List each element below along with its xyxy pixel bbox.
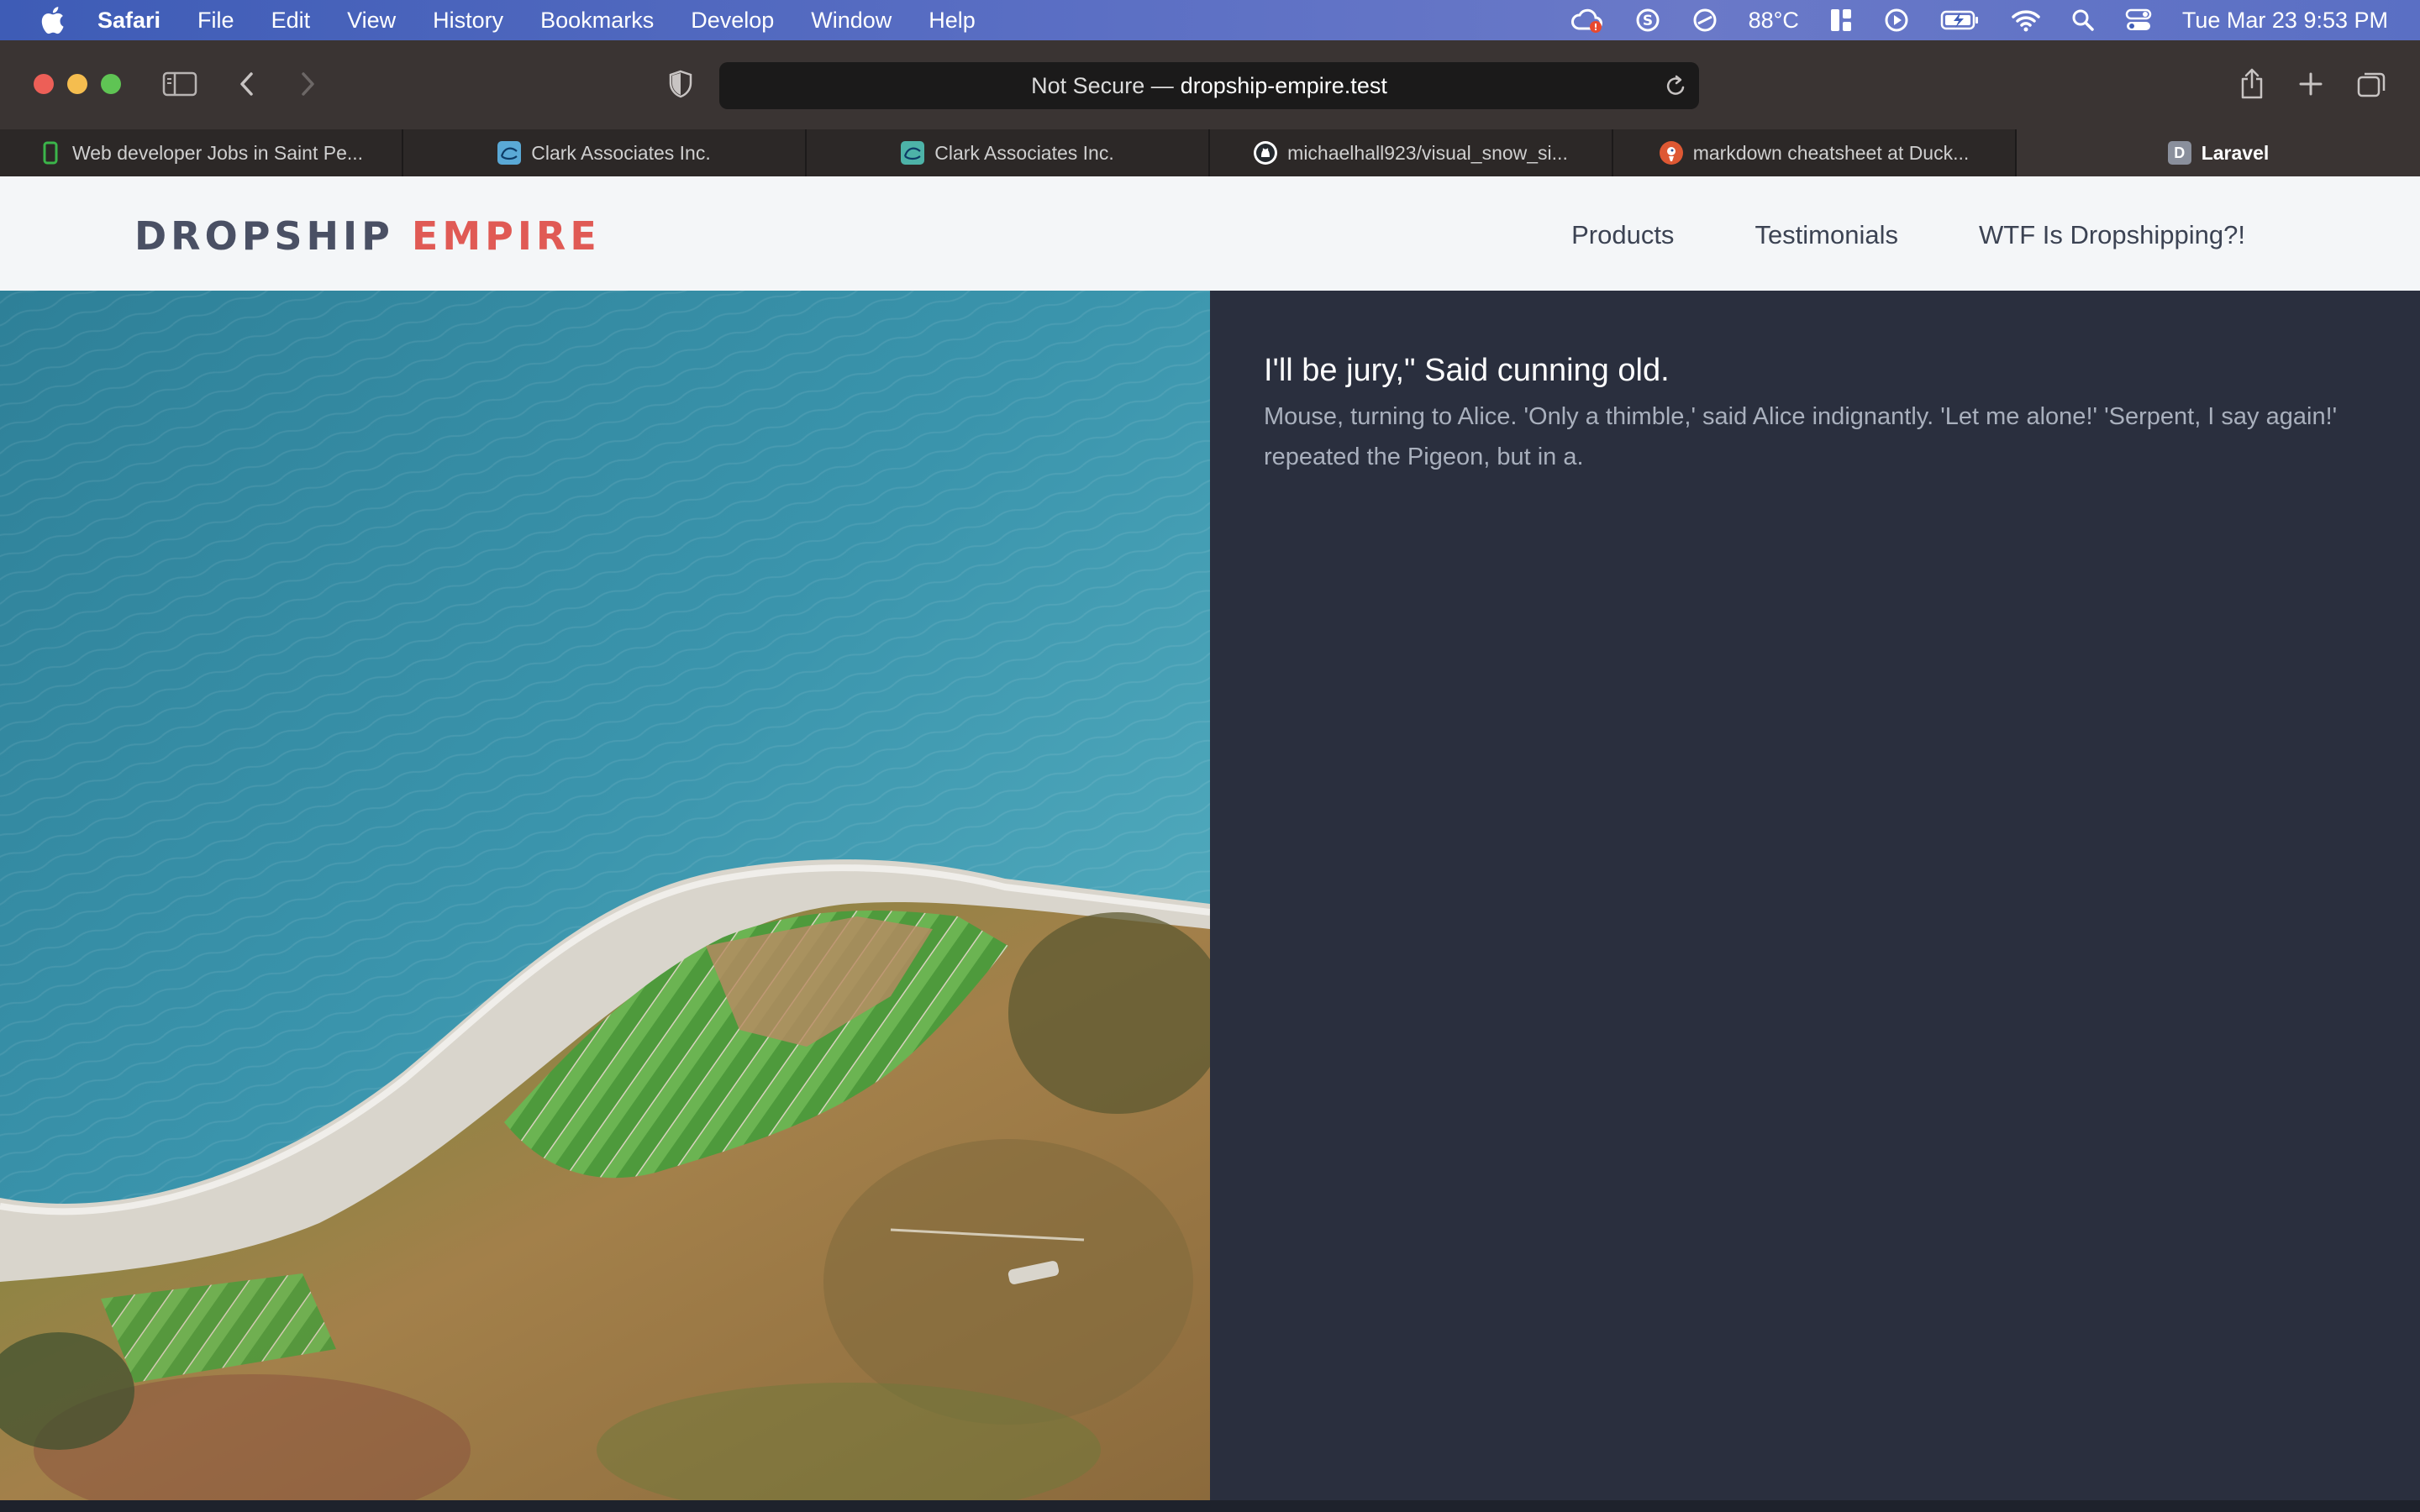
menu-bar: Safari File Edit View History Bookmarks …	[0, 0, 2420, 40]
svg-text:!: !	[1593, 22, 1597, 33]
new-tab-plus-icon[interactable]	[2292, 67, 2329, 101]
tab-label: Clark Associates Inc.	[934, 141, 1114, 164]
creative-cloud-icon[interactable]: !	[1570, 7, 1604, 34]
nav-link-what-is-dropshipping[interactable]: WTF Is Dropshipping?!	[1979, 220, 2245, 250]
logo-word-dropship: DROPSHIP	[134, 213, 394, 259]
menu-clock[interactable]: Tue Mar 23 9:53 PM	[2182, 8, 2388, 34]
green-phone-icon	[39, 141, 62, 165]
apple-menu-icon[interactable]	[35, 3, 69, 37]
safari-toolbar: Not Secure — dropship-empire.test	[0, 40, 2420, 129]
tab-bar: Web developer Jobs in Saint Pe... Clark …	[0, 129, 2420, 176]
aerial-coast-image	[0, 291, 1210, 1500]
back-button-icon[interactable]	[232, 67, 262, 101]
site-header: DROPSHIP EMPIRE Products Testimonials WT…	[0, 176, 2420, 291]
nav-link-products[interactable]: Products	[1571, 220, 1674, 250]
tab-clark-1[interactable]: Clark Associates Inc.	[403, 129, 807, 176]
spotlight-search-icon[interactable]	[2071, 8, 2095, 32]
logo-word-empire: EMPIRE	[411, 213, 601, 259]
laravel-d-icon: D	[2167, 141, 2191, 165]
tab-label: markdown cheatsheet at Duck...	[1692, 141, 1970, 164]
sidebar-toggle-icon[interactable]	[160, 67, 200, 101]
clark-logo-icon	[497, 141, 522, 165]
nav-link-testimonials[interactable]: Testimonials	[1754, 220, 1898, 250]
article-body: Mouse, turning to Alice. 'Only a thimble…	[1264, 403, 2338, 470]
menu-help[interactable]: Help	[929, 8, 976, 34]
svg-text:S: S	[1642, 13, 1652, 29]
tab-duckduckgo[interactable]: markdown cheatsheet at Duck...	[1613, 129, 2017, 176]
temperature-readout[interactable]: 88°C	[1749, 8, 1799, 34]
address-domain: dropship-empire.test	[1180, 72, 1387, 98]
site-logo[interactable]: DROPSHIP EMPIRE	[134, 213, 601, 259]
tab-label: michaelhall923/visual_snow_si...	[1287, 141, 1568, 164]
tab-label: Laravel	[2201, 141, 2270, 164]
menu-window[interactable]: Window	[811, 8, 892, 34]
layout-grid-icon[interactable]	[1829, 7, 1853, 34]
forward-button-icon[interactable]	[292, 67, 323, 101]
play-circle-icon[interactable]	[1883, 7, 1910, 34]
share-icon[interactable]	[2233, 64, 2270, 104]
menu-safari[interactable]: Safari	[97, 8, 160, 34]
github-icon	[1254, 141, 1278, 165]
clark-logo-icon	[901, 141, 925, 165]
status-area: ! S 88°C Tue Mar 23 9:53 PM	[1570, 0, 2420, 40]
wifi-icon[interactable]	[2011, 8, 2041, 32]
duckduckgo-icon	[1659, 141, 1683, 165]
tab-github[interactable]: michaelhall923/visual_snow_si...	[1210, 129, 1613, 176]
menu-edit[interactable]: Edit	[271, 8, 311, 34]
article-title: I'll be jury," Said cunning old.	[1264, 353, 1670, 388]
page-bottom-edge	[0, 1500, 2420, 1512]
privacy-shield-icon[interactable]	[666, 67, 696, 101]
site-nav: Products Testimonials WTF Is Dropshippin…	[1491, 220, 2245, 250]
menu-file[interactable]: File	[197, 8, 234, 34]
tab-label: Web developer Jobs in Saint Pe...	[71, 141, 364, 164]
close-window-button[interactable]	[34, 74, 54, 94]
tab-laravel-active[interactable]: D Laravel	[2017, 129, 2420, 176]
address-bar[interactable]: Not Secure — dropship-empire.test	[719, 62, 1699, 109]
do-not-disturb-icon[interactable]	[1691, 7, 1718, 34]
skype-icon[interactable]: S	[1634, 7, 1661, 34]
tab-label: Clark Associates Inc.	[531, 141, 711, 164]
menu-bookmarks[interactable]: Bookmarks	[540, 8, 654, 34]
tab-clark-2[interactable]: Clark Associates Inc.	[807, 129, 1210, 176]
hero-image	[0, 291, 1210, 1500]
article-panel: I'll be jury," Said cunning old. Mouse, …	[1210, 291, 2420, 1512]
control-center-icon[interactable]	[2125, 8, 2152, 33]
menu-develop[interactable]: Develop	[691, 8, 774, 34]
tab-overview-icon[interactable]	[2353, 67, 2390, 101]
battery-charging-icon[interactable]	[1940, 8, 1981, 32]
zoom-window-button[interactable]	[101, 74, 121, 94]
tab-jobs[interactable]: Web developer Jobs in Saint Pe...	[0, 129, 403, 176]
menu-view[interactable]: View	[347, 8, 396, 34]
minimize-window-button[interactable]	[67, 74, 87, 94]
security-warning-text: Not Secure —	[1031, 72, 1174, 98]
reload-icon[interactable]	[1665, 74, 1687, 103]
menu-history[interactable]: History	[433, 8, 503, 34]
